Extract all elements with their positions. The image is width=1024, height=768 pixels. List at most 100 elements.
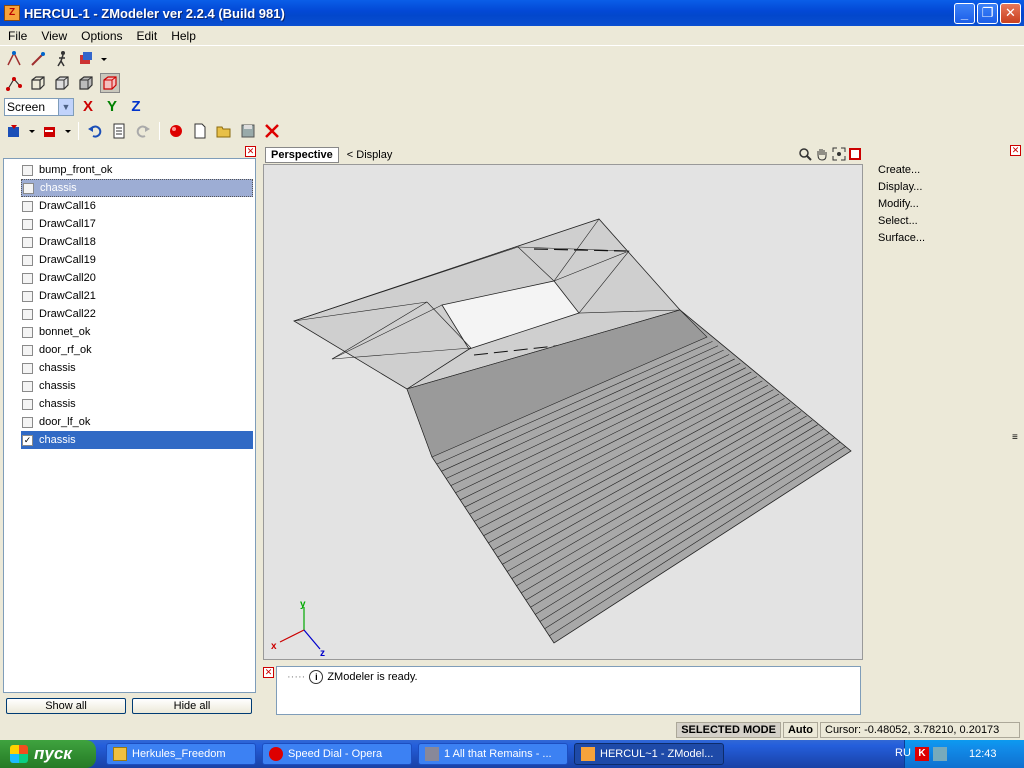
object-list-item[interactable]: DrawCall18 xyxy=(4,233,255,251)
menu-options[interactable]: Options xyxy=(73,29,128,43)
zmodeler-app-icon[interactable]: Z xyxy=(4,5,20,21)
cube-flat-icon[interactable] xyxy=(52,73,72,93)
import-dropdown-icon[interactable] xyxy=(28,121,36,141)
clock[interactable]: 12:43 xyxy=(969,748,997,760)
object-list-item[interactable]: ✓ chassis xyxy=(21,431,253,449)
zoom-icon[interactable] xyxy=(798,147,812,164)
object-list-item[interactable]: DrawCall20 xyxy=(4,269,255,287)
object-list-item[interactable]: DrawCall16 xyxy=(4,197,255,215)
display-menu-item[interactable]: Display... xyxy=(868,181,1008,198)
create-menu-item[interactable]: Create... xyxy=(868,164,1008,181)
undo-icon[interactable] xyxy=(85,121,105,141)
viewport-tab-perspective[interactable]: Perspective xyxy=(265,146,339,163)
close-button[interactable]: ✕ xyxy=(1000,2,1021,24)
language-indicator[interactable]: RU xyxy=(895,747,911,759)
object-name: DrawCall17 xyxy=(39,218,96,230)
cube-wire-icon[interactable] xyxy=(28,73,48,93)
task-zmodeler[interactable]: HERCUL~1 - ZModel... xyxy=(574,743,724,765)
visibility-checkbox[interactable] xyxy=(22,308,33,320)
visibility-checkbox[interactable] xyxy=(23,182,34,194)
console-close-icon[interactable]: ✕ xyxy=(263,667,274,678)
task-opera[interactable]: Speed Dial - Opera xyxy=(262,743,412,765)
maximize-viewport-icon[interactable] xyxy=(849,148,861,163)
walk-icon[interactable] xyxy=(52,49,72,69)
select-vertex-icon[interactable] xyxy=(4,49,24,69)
export-dropdown-icon[interactable] xyxy=(64,121,72,141)
visibility-checkbox[interactable] xyxy=(22,236,33,248)
coordinate-system-select[interactable]: Screen ▼ xyxy=(4,98,74,116)
task-herkules-freedom[interactable]: Herkules_Freedom xyxy=(106,743,256,765)
select-object-icon[interactable] xyxy=(76,49,96,69)
import-icon[interactable] xyxy=(4,121,24,141)
minimize-button[interactable]: _ xyxy=(954,2,975,24)
maximize-button[interactable]: ❐ xyxy=(977,2,998,24)
new-file-icon[interactable] xyxy=(190,121,210,141)
hide-all-button[interactable]: Hide all xyxy=(132,698,252,714)
vertex-mode-icon[interactable] xyxy=(4,73,24,93)
left-panel-close-icon[interactable]: ✕ xyxy=(245,146,256,157)
history-icon[interactable] xyxy=(109,121,129,141)
visibility-checkbox[interactable] xyxy=(22,272,33,284)
cube-selected-icon[interactable] xyxy=(100,73,120,93)
visibility-checkbox[interactable] xyxy=(22,380,33,392)
network-icon[interactable] xyxy=(933,747,947,761)
object-list-item[interactable]: chassis xyxy=(21,179,253,197)
object-list-item[interactable]: bump_front_ok xyxy=(4,161,255,179)
viewport-display-menu[interactable]: < Display xyxy=(347,149,393,161)
menu-file[interactable]: File xyxy=(0,29,33,43)
object-list-item[interactable]: DrawCall19 xyxy=(4,251,255,269)
right-panel-close-icon[interactable]: ✕ xyxy=(1010,145,1021,156)
visibility-checkbox[interactable] xyxy=(22,218,33,230)
splitter-grip-icon[interactable]: ≡ xyxy=(1012,432,1018,443)
menu-view[interactable]: View xyxy=(33,29,73,43)
visibility-checkbox[interactable] xyxy=(22,164,33,176)
file-toolbar xyxy=(4,120,282,142)
perspective-viewport[interactable]: y x z xyxy=(263,164,863,660)
axis-y-button[interactable]: Y xyxy=(102,97,122,117)
dropdown-arrow-icon[interactable] xyxy=(100,49,108,69)
object-list-item[interactable]: DrawCall21 xyxy=(4,287,255,305)
axis-x-button[interactable]: X xyxy=(78,97,98,117)
status-auto[interactable]: Auto xyxy=(782,722,818,738)
show-all-button[interactable]: Show all xyxy=(6,698,126,714)
start-button[interactable]: пуск xyxy=(0,740,96,768)
select-edge-icon[interactable] xyxy=(28,49,48,69)
redo-icon[interactable] xyxy=(133,121,153,141)
visibility-checkbox[interactable] xyxy=(22,416,33,428)
object-list-item[interactable]: chassis xyxy=(4,377,255,395)
visibility-checkbox[interactable] xyxy=(22,254,33,266)
visibility-checkbox[interactable] xyxy=(22,290,33,302)
visibility-checkbox[interactable] xyxy=(22,344,33,356)
object-list-item[interactable]: door_rf_ok xyxy=(4,341,255,359)
object-list-item[interactable]: DrawCall17 xyxy=(4,215,255,233)
open-folder-icon[interactable] xyxy=(214,121,234,141)
export-icon[interactable] xyxy=(40,121,60,141)
axis-z-button[interactable]: Z xyxy=(126,97,146,117)
object-list-item[interactable]: DrawCall22 xyxy=(4,305,255,323)
pan-hand-icon[interactable] xyxy=(815,147,829,164)
select-menu-item[interactable]: Select... xyxy=(868,215,1008,232)
object-list-item[interactable]: door_lf_ok xyxy=(4,413,255,431)
view-toolbar xyxy=(4,72,120,94)
visibility-checkbox[interactable] xyxy=(22,326,33,338)
axis-gizmo: y x z xyxy=(271,599,325,659)
visibility-checkbox[interactable]: ✓ xyxy=(22,434,33,446)
menu-edit[interactable]: Edit xyxy=(129,29,164,43)
visibility-checkbox[interactable] xyxy=(22,362,33,374)
surface-menu-item[interactable]: Surface... xyxy=(868,232,1008,249)
folder-icon xyxy=(113,747,127,761)
zoom-extents-icon[interactable] xyxy=(832,147,846,164)
cube-shaded-icon[interactable] xyxy=(76,73,96,93)
modify-menu-item[interactable]: Modify... xyxy=(868,198,1008,215)
object-list-item[interactable]: chassis xyxy=(4,395,255,413)
delete-x-icon[interactable] xyxy=(262,121,282,141)
save-icon[interactable] xyxy=(238,121,258,141)
visibility-checkbox[interactable] xyxy=(22,398,33,410)
task-music-player[interactable]: 1 All that Remains - ... xyxy=(418,743,568,765)
antivirus-icon[interactable]: K xyxy=(915,747,929,761)
record-icon[interactable] xyxy=(166,121,186,141)
object-list-item[interactable]: chassis xyxy=(4,359,255,377)
menu-help[interactable]: Help xyxy=(163,29,202,43)
object-list-item[interactable]: bonnet_ok xyxy=(4,323,255,341)
visibility-checkbox[interactable] xyxy=(22,200,33,212)
